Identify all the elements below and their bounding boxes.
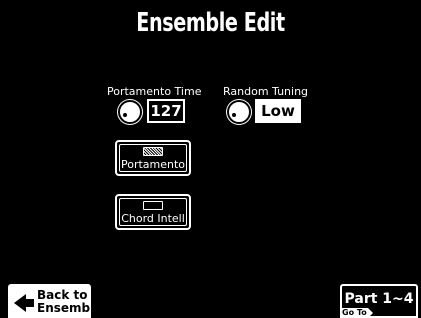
portamento-button-label: Portamento xyxy=(120,158,186,171)
back-arrow-tail xyxy=(25,299,34,307)
portamento-button[interactable]: Portamento xyxy=(115,140,191,176)
ensemble-edit-screen: Ensemble Edit Portamento Time 127 Random… xyxy=(0,0,421,318)
lamp-indicator-icon xyxy=(143,201,163,210)
portamento-time-knob-icon[interactable] xyxy=(118,100,142,124)
back-to-ensemble-button[interactable]: Back to Ensembl xyxy=(8,284,94,318)
random-tuning-value[interactable]: Low xyxy=(255,99,301,123)
goto-tag: Go To xyxy=(340,308,373,318)
part-button-label: Part 1~4 xyxy=(344,291,414,307)
back-button-label-line2: Ensembl xyxy=(37,301,95,315)
lamp-indicator-icon xyxy=(143,147,163,156)
page-title: Ensemble Edit xyxy=(136,8,285,38)
portamento-time-value[interactable]: 127 xyxy=(147,99,185,123)
portamento-time-label: Portamento Time xyxy=(107,85,202,98)
chord-intell-button-label: Chord Intell xyxy=(121,212,185,225)
random-tuning-label: Random Tuning xyxy=(223,85,309,98)
back-button-label: Back to Ensembl xyxy=(37,289,94,315)
random-tuning-knob-icon[interactable] xyxy=(227,100,251,124)
chord-intell-button[interactable]: Chord Intell xyxy=(115,194,191,230)
